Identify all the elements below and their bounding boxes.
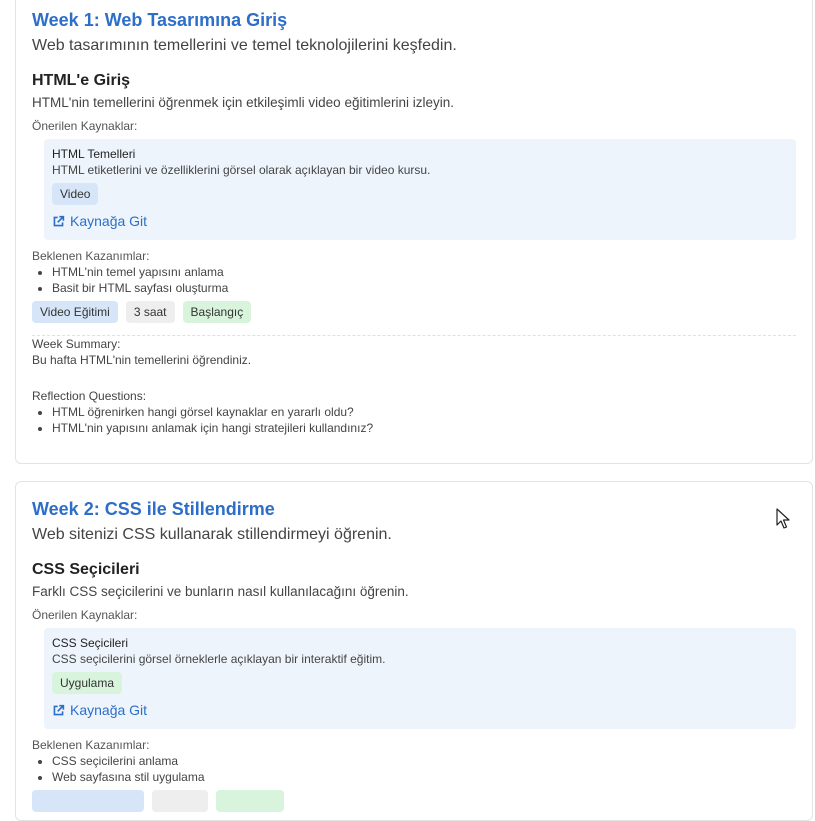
resource-link[interactable]: Kaynağa Git	[52, 212, 788, 230]
list-item: HTML'nin yapısını anlamak için hangi str…	[52, 420, 796, 436]
resource-type-badge: Video	[52, 183, 99, 205]
summary-label: Week Summary:	[32, 337, 121, 351]
duration-tag: 3 saat	[125, 301, 175, 323]
lesson-description: Farklı CSS seçicilerini ve bunların nası…	[32, 584, 409, 599]
resource-card: CSS Seçicileri CSS seçicilerini görsel ö…	[44, 628, 796, 729]
reflection-list: HTML öğrenirken hangi görsel kaynaklar e…	[32, 404, 796, 436]
list-item: HTML'nin temel yapısını anlama	[52, 264, 796, 280]
lesson-title: HTML'e Giriş	[32, 72, 131, 89]
format-tag	[32, 790, 144, 812]
lesson-tags: Video Eğitimi 3 saat Başlangıç	[32, 301, 796, 323]
week-summary: Bu hafta HTML'nin temellerini öğrendiniz…	[32, 353, 252, 367]
resource-link-label[interactable]: Kaynağa Git	[70, 701, 147, 719]
format-tag: Video Eğitimi	[32, 301, 118, 323]
reflection-label: Reflection Questions:	[32, 389, 147, 403]
external-link-icon	[53, 215, 65, 226]
resource-title: CSS Seçicileri	[52, 636, 129, 650]
resources-label: Önerilen Kaynaklar:	[32, 119, 138, 133]
resource-description: CSS seçicilerini görsel örneklerle açıkl…	[52, 652, 386, 666]
lesson-description: HTML'nin temellerini öğrenmek için etkil…	[32, 95, 454, 110]
lesson-tags	[32, 790, 796, 812]
outcomes-label: Beklenen Kazanımlar:	[32, 738, 150, 752]
resource-card: HTML Temelleri HTML etiketlerini ve özel…	[44, 139, 796, 240]
lesson-title: CSS Seçicileri	[32, 561, 140, 578]
resource-link[interactable]: Kaynağa Git	[52, 701, 788, 719]
outcomes-list: HTML'nin temel yapısını anlama Basit bir…	[32, 264, 796, 296]
week-card-1: Week 1: Web Tasarımına Giriş Web tasarım…	[15, 0, 813, 464]
week-card-2: Week 2: CSS ile Stillendirme Web siteniz…	[15, 481, 813, 821]
list-item: Web sayfasına stil uygulama	[52, 769, 796, 785]
resource-description: HTML etiketlerini ve özelliklerini görse…	[52, 163, 431, 177]
duration-tag	[152, 790, 208, 812]
outcomes-list: CSS seçicilerini anlama Web sayfasına st…	[32, 753, 796, 785]
week-description: Web sitenizi CSS kullanarak stillendirme…	[32, 526, 392, 543]
week-title[interactable]: Week 1: Web Tasarımına Giriş	[32, 1, 796, 31]
mouse-cursor-icon	[776, 508, 790, 529]
resource-link-label[interactable]: Kaynağa Git	[70, 212, 147, 230]
list-item: CSS seçicilerini anlama	[52, 753, 796, 769]
list-item: HTML öğrenirken hangi görsel kaynaklar e…	[52, 404, 796, 420]
level-tag: Başlangıç	[182, 301, 252, 323]
external-link-icon	[53, 704, 65, 715]
week-title[interactable]: Week 2: CSS ile Stillendirme	[32, 490, 796, 520]
list-item: Basit bir HTML sayfası oluşturma	[52, 280, 796, 296]
resource-title: HTML Temelleri	[52, 147, 136, 161]
outcomes-label: Beklenen Kazanımlar:	[32, 249, 150, 263]
week-description: Web tasarımının temellerini ve temel tek…	[32, 37, 457, 54]
level-tag	[216, 790, 284, 812]
resource-type-badge: Uygulama	[52, 672, 123, 694]
resources-label: Önerilen Kaynaklar:	[32, 608, 138, 622]
